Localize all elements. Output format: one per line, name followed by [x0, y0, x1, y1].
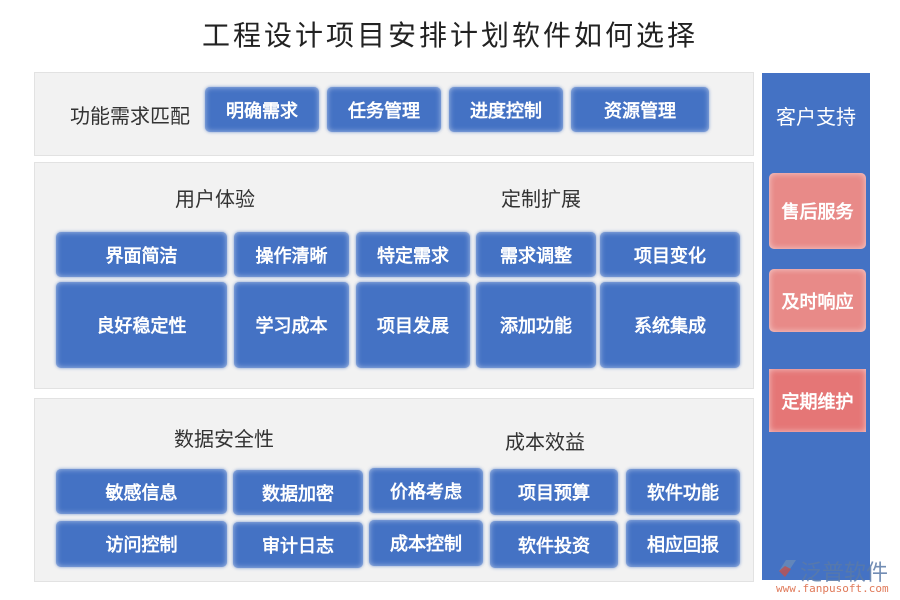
heading-user-experience: 用户体验 [175, 187, 255, 211]
item-cost-control[interactable]: 成本控制 [369, 520, 483, 566]
item-project-development[interactable]: 项目发展 [356, 282, 470, 368]
item-clean-interface[interactable]: 界面简洁 [56, 232, 227, 277]
item-clear-operation[interactable]: 操作清晰 [234, 232, 349, 277]
item-learning-cost[interactable]: 学习成本 [234, 282, 349, 368]
item-specific-needs[interactable]: 特定需求 [356, 232, 470, 277]
item-after-sales-service[interactable]: 售后服务 [769, 173, 866, 249]
panel-customer-support: 客户支持 售后服务 及时响应 定期维护 [762, 73, 870, 580]
heading-customization: 定制扩展 [501, 187, 581, 211]
heading-cost-benefit: 成本效益 [505, 430, 585, 454]
heading-functional-requirements: 功能需求匹配 [70, 104, 190, 128]
item-software-investment[interactable]: 软件投资 [490, 521, 618, 568]
heading-data-security: 数据安全性 [174, 427, 274, 451]
heading-customer-support: 客户支持 [776, 105, 856, 129]
item-project-change[interactable]: 项目变化 [600, 232, 740, 277]
panel-functional-requirements: 功能需求匹配 明确需求 任务管理 进度控制 资源管理 [34, 72, 754, 156]
item-requirement-adjustment[interactable]: 需求调整 [476, 232, 596, 277]
item-sensitive-info[interactable]: 敏感信息 [56, 469, 227, 514]
item-audit-log[interactable]: 审计日志 [233, 522, 363, 568]
item-resource-management[interactable]: 资源管理 [571, 87, 709, 132]
watermark-url: www.fanpusoft.com [776, 582, 889, 595]
item-timely-response[interactable]: 及时响应 [769, 269, 866, 332]
item-project-budget[interactable]: 项目预算 [490, 469, 618, 515]
item-access-control[interactable]: 访问控制 [56, 521, 227, 567]
item-data-encryption[interactable]: 数据加密 [233, 470, 363, 515]
fanpu-logo-icon [779, 560, 796, 577]
page-title: 工程设计项目安排计划软件如何选择 [201, 19, 698, 52]
panel-security-cost: 数据安全性 成本效益 敏感信息 数据加密 访问控制 审计日志 价格考虑 项目预算… [34, 398, 754, 582]
item-corresponding-return[interactable]: 相应回报 [626, 520, 740, 567]
item-progress-control[interactable]: 进度控制 [449, 87, 563, 132]
panel-experience-customization: 用户体验 定制扩展 界面简洁 操作清晰 良好稳定性 学习成本 特定需求 需求调整… [34, 162, 754, 389]
item-system-integration[interactable]: 系统集成 [600, 282, 740, 368]
watermark-logo: 泛普软件 www.fanpusoft.com [772, 555, 900, 600]
item-task-management[interactable]: 任务管理 [327, 87, 441, 132]
item-good-stability[interactable]: 良好稳定性 [56, 282, 227, 368]
item-regular-maintenance[interactable]: 定期维护 [769, 369, 866, 432]
item-clear-requirements[interactable]: 明确需求 [205, 87, 319, 132]
item-software-features[interactable]: 软件功能 [626, 469, 740, 515]
item-add-features[interactable]: 添加功能 [476, 282, 596, 368]
item-price-consideration[interactable]: 价格考虑 [369, 468, 483, 513]
